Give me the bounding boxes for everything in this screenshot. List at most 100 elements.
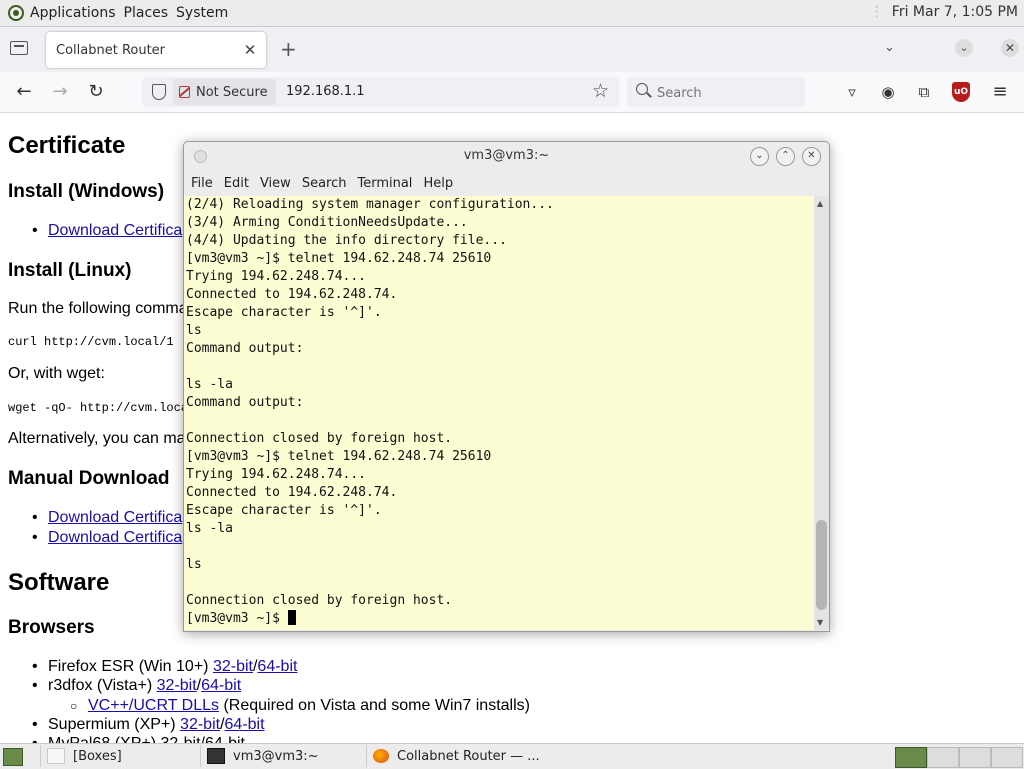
search-box[interactable] bbox=[627, 77, 805, 107]
terminal-line: Command output: bbox=[186, 341, 304, 356]
gnome-logo-icon[interactable] bbox=[8, 5, 24, 21]
window-minimize-icon[interactable]: ⌄ bbox=[955, 39, 973, 57]
list-item-firefox: Firefox ESR (Win 10+) 32-bit/64-bit bbox=[32, 658, 297, 676]
extensions-icon[interactable]: ⧉ bbox=[914, 82, 934, 102]
paragraph: Run the following comma bbox=[8, 300, 188, 317]
search-icon bbox=[636, 83, 648, 95]
vc-dlls-link[interactable]: VC++/UCRT DLLs bbox=[88, 697, 219, 714]
download-certificate-link[interactable]: Download Certifica bbox=[48, 222, 182, 239]
download-certificate-link[interactable]: Download Certifica bbox=[48, 529, 182, 546]
list-item-r3dfox: r3dfox (Vista+) 32-bit/64-bit bbox=[32, 677, 241, 695]
window-close-icon[interactable]: ✕ bbox=[1001, 39, 1019, 57]
heading-install-windows: Install (Windows) bbox=[8, 181, 165, 202]
menu-edit[interactable]: Edit bbox=[224, 176, 249, 191]
navigation-bar: ← → ↻ Not Secure 192.168.1.1 ☆ ▿ ◉ ⧉ uO … bbox=[0, 72, 1024, 113]
menu-file[interactable]: File bbox=[191, 176, 213, 191]
top-panel: Applications Places System ⋮ Fri Mar 7, 1… bbox=[0, 0, 1024, 27]
pocket-icon[interactable]: ▿ bbox=[842, 82, 862, 102]
clock[interactable]: ⋮ Fri Mar 7, 1:05 PM bbox=[870, 4, 1018, 20]
workspace-1[interactable] bbox=[895, 747, 927, 768]
terminal-line: Connection closed by foreign host. bbox=[186, 593, 453, 608]
terminal-scrollbar[interactable]: ▲ ▼ bbox=[814, 196, 829, 630]
hamburger-menu-icon[interactable]: ≡ bbox=[990, 82, 1010, 102]
list-item: Download Certifica bbox=[32, 509, 182, 527]
supermium-32bit-link[interactable]: 32-bit bbox=[180, 716, 220, 733]
menu-search[interactable]: Search bbox=[302, 176, 347, 191]
url-bar[interactable]: Not Secure 192.168.1.1 ☆ bbox=[142, 77, 619, 107]
scroll-up-icon[interactable]: ▲ bbox=[817, 199, 823, 208]
maximize-icon[interactable]: ⌃ bbox=[776, 147, 795, 166]
vc-note: (Required on Vista and some Win7 install… bbox=[219, 697, 530, 714]
close-icon[interactable]: ✕ bbox=[802, 147, 821, 166]
terminal-line: ls -la bbox=[186, 521, 233, 536]
menu-places[interactable]: Places bbox=[124, 5, 169, 21]
firefox-32bit-link[interactable]: 32-bit bbox=[213, 658, 253, 675]
bottom-panel: [Boxes] vm3@vm3:~ Collabnet Router — ... bbox=[0, 743, 1024, 769]
bookmark-star-icon[interactable]: ☆ bbox=[592, 80, 609, 102]
download-certificate-link[interactable]: Download Certifica bbox=[48, 509, 182, 526]
workspace-4[interactable] bbox=[991, 747, 1023, 768]
search-input[interactable] bbox=[655, 81, 799, 105]
firefox-64bit-link[interactable]: 64-bit bbox=[257, 658, 297, 675]
terminal-line: Trying 194.62.248.74... bbox=[186, 269, 367, 284]
tracking-shield-icon[interactable] bbox=[152, 84, 166, 100]
wget-command: wget -qO- http://cvm.loca bbox=[8, 401, 189, 415]
taskbar-label: [Boxes] bbox=[73, 748, 122, 764]
terminal-menubar: File Edit View Search Terminal Help bbox=[184, 171, 829, 195]
forward-arrow-icon[interactable]: → bbox=[48, 80, 72, 104]
list-item-partial: MyPal68 (XP+) 32-bit/64-bit bbox=[32, 735, 245, 743]
url-text[interactable]: 192.168.1.1 bbox=[286, 84, 365, 99]
menu-terminal[interactable]: Terminal bbox=[357, 176, 412, 191]
terminal-line: Command output: bbox=[186, 395, 304, 410]
minimize-icon[interactable]: ⌄ bbox=[750, 147, 769, 166]
taskbar-item-boxes[interactable]: [Boxes] bbox=[40, 745, 197, 767]
show-desktop-icon[interactable] bbox=[3, 748, 23, 766]
menu-applications[interactable]: Applications bbox=[30, 5, 116, 21]
terminal-window[interactable]: vm3@vm3:~ ⌄ ⌃ ✕ File Edit View Search Te… bbox=[183, 141, 830, 632]
not-secure-label: Not Secure bbox=[196, 84, 268, 100]
text-cursor bbox=[287, 610, 296, 625]
menu-view[interactable]: View bbox=[260, 176, 291, 191]
tab-list-icon[interactable] bbox=[10, 41, 28, 55]
new-tab-icon[interactable]: + bbox=[280, 37, 297, 61]
curl-command: curl http://cvm.local/1 bbox=[8, 335, 174, 349]
chevron-down-icon[interactable]: ⌄ bbox=[884, 40, 895, 55]
taskbar-item-terminal[interactable]: vm3@vm3:~ bbox=[200, 745, 365, 767]
tab-title: Collabnet Router bbox=[56, 42, 166, 58]
scroll-down-icon[interactable]: ▼ bbox=[817, 618, 823, 627]
account-icon[interactable]: ◉ bbox=[878, 82, 898, 102]
r3dfox-32bit-link[interactable]: 32-bit bbox=[157, 677, 197, 694]
terminal-line: [vm3@vm3 ~]$ telnet 194.62.248.74 25610 bbox=[186, 251, 492, 266]
menu-system[interactable]: System bbox=[176, 5, 228, 21]
menu-help[interactable]: Help bbox=[423, 176, 453, 191]
heading-browsers: Browsers bbox=[8, 617, 95, 638]
terminal-line: [vm3@vm3 ~]$ telnet 194.62.248.74 25610 bbox=[186, 449, 492, 464]
back-arrow-icon[interactable]: ← bbox=[12, 80, 36, 104]
ublock-origin-icon[interactable]: uO bbox=[952, 82, 970, 102]
clock-text: Fri Mar 7, 1:05 PM bbox=[891, 4, 1018, 20]
terminal-line: Trying 194.62.248.74... bbox=[186, 467, 367, 482]
list-item: Download Certifica bbox=[32, 222, 182, 240]
not-secure-badge[interactable]: Not Secure bbox=[173, 79, 276, 105]
paragraph: Or, with wget: bbox=[8, 365, 105, 382]
tab-bar: Collabnet Router ✕ + ⌄ ⌄ ✕ bbox=[0, 27, 1024, 72]
insecure-lock-icon bbox=[179, 86, 190, 98]
reload-icon[interactable]: ↻ bbox=[84, 80, 108, 104]
taskbar-item-firefox[interactable]: Collabnet Router — ... bbox=[366, 745, 673, 767]
list-item-supermium: Supermium (XP+) 32-bit/64-bit bbox=[32, 716, 265, 734]
supermium-64bit-link[interactable]: 64-bit bbox=[225, 716, 265, 733]
r3dfox-64bit-link[interactable]: 64-bit bbox=[201, 677, 241, 694]
terminal-prompt-line[interactable]: [vm3@vm3 ~]$ bbox=[184, 610, 814, 628]
workspace-3[interactable] bbox=[959, 747, 991, 768]
workspace-2[interactable] bbox=[927, 747, 959, 768]
tab-collabnet-router[interactable]: Collabnet Router ✕ bbox=[46, 32, 266, 68]
terminal-line: Connected to 194.62.248.74. bbox=[186, 485, 398, 500]
tab-close-icon[interactable]: ✕ bbox=[240, 41, 260, 59]
heading-software: Software bbox=[8, 569, 110, 596]
terminal-line: (2/4) Reloading system manager configura… bbox=[186, 197, 554, 212]
terminal-output[interactable]: (2/4) Reloading system manager configura… bbox=[184, 196, 814, 630]
scrollbar-thumb[interactable] bbox=[816, 520, 827, 610]
